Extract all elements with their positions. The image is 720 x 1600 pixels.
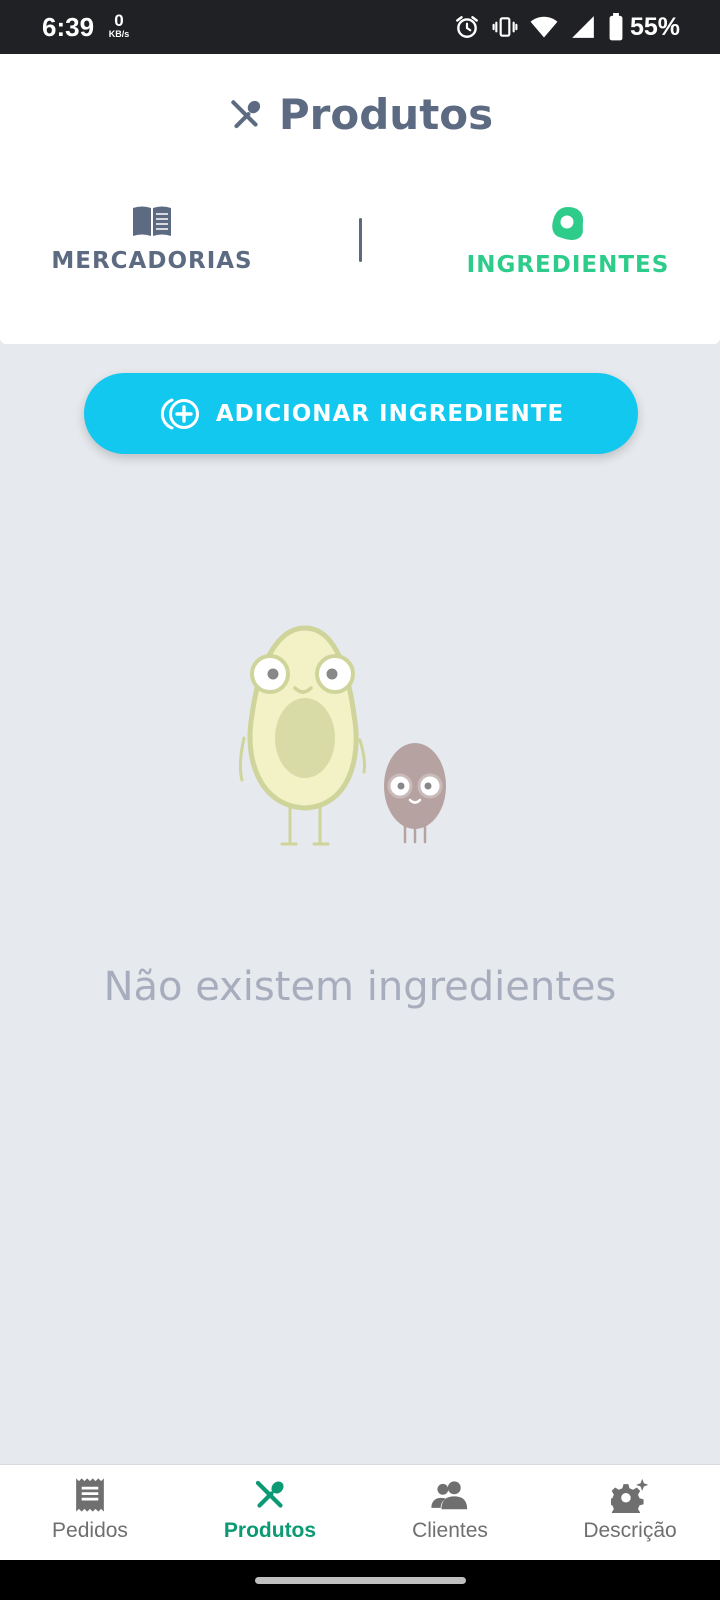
nav-item-produtos[interactable]: Produtos xyxy=(180,1465,360,1560)
alarm-icon xyxy=(456,16,478,38)
title-row: Produtos xyxy=(0,90,720,139)
people-icon xyxy=(431,1481,468,1510)
book-icon xyxy=(133,206,171,236)
nav-item-pedidos[interactable]: Pedidos xyxy=(0,1465,180,1560)
nav-item-descricao[interactable]: Descrição xyxy=(540,1465,720,1560)
nav-label-clientes: Clientes xyxy=(412,1519,488,1542)
receipt-icon xyxy=(76,1478,104,1512)
tab-mercadorias[interactable]: MERCADORIAS xyxy=(22,204,282,274)
avocado-illustration xyxy=(238,625,446,846)
empty-state-message: Não existem ingredientes xyxy=(103,964,617,1010)
gesture-navigation-bar xyxy=(0,1560,720,1600)
add-ingredient-button[interactable]: ADICIONAR INGREDIENTE xyxy=(84,373,638,454)
add-circle-icon xyxy=(160,398,199,429)
tab-label-mercadorias: MERCADORIAS xyxy=(51,248,253,274)
header-card: Produtos MERCADORIAS INGREDIENTES xyxy=(0,54,720,344)
tab-ingredientes[interactable]: INGREDIENTES xyxy=(438,204,698,278)
network-speed-value: 0 xyxy=(114,11,124,30)
settings-sparkle-icon xyxy=(611,1478,649,1513)
page-title: Produtos xyxy=(278,90,494,139)
status-icons: 55% xyxy=(454,12,680,42)
battery-icon xyxy=(609,13,623,41)
nav-label-produtos: Produtos xyxy=(223,1519,317,1542)
nav-label-descricao: Descrição xyxy=(583,1519,677,1542)
battery-percent: 55% xyxy=(629,12,680,41)
bottom-navigation: Pedidos Produtos Clientes Descrição xyxy=(0,1464,720,1560)
status-bar: 6:39 0 KB/s 55% xyxy=(0,0,720,54)
status-time: 6:39 xyxy=(42,12,95,42)
egg-icon xyxy=(552,207,584,240)
vibrate-icon xyxy=(492,17,518,37)
add-ingredient-button-label: ADICIONAR INGREDIENTE xyxy=(215,400,565,427)
nav-item-clientes[interactable]: Clientes xyxy=(360,1465,540,1560)
network-speed: 0 KB/s xyxy=(104,12,134,39)
signal-icon xyxy=(572,16,594,38)
network-speed-unit: KB/s xyxy=(108,29,130,39)
fork-spoon-icon xyxy=(231,99,260,128)
tab-divider xyxy=(359,218,362,262)
gesture-handle[interactable] xyxy=(255,1577,466,1584)
wifi-icon xyxy=(530,16,558,38)
tab-label-ingredientes: INGREDIENTES xyxy=(466,252,670,278)
app-screen: 6:39 0 KB/s 55% Produtos MERCADORIAS ING… xyxy=(0,0,720,1600)
fork-spoon-icon xyxy=(255,1480,284,1508)
nav-label-pedidos: Pedidos xyxy=(52,1519,128,1542)
